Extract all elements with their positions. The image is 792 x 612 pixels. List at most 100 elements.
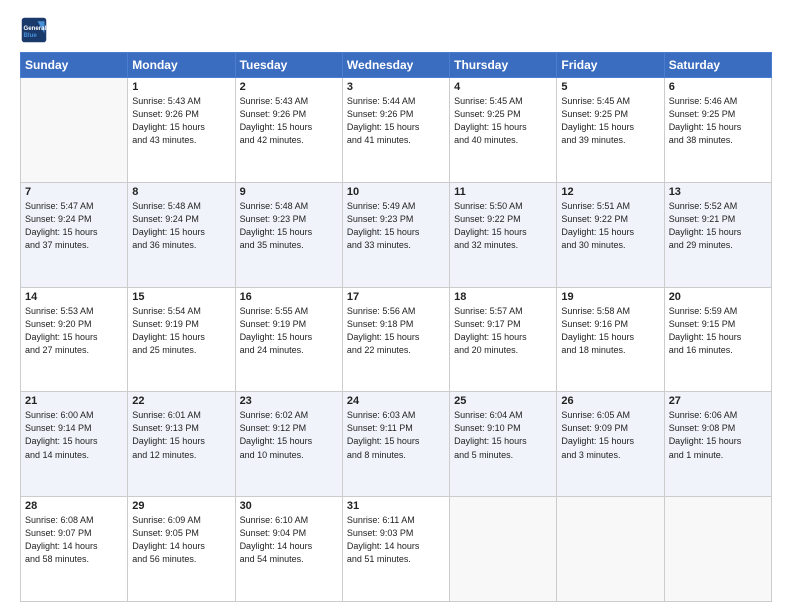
- weekday-header-wednesday: Wednesday: [342, 53, 449, 78]
- day-number: 24: [347, 395, 445, 407]
- logo: General Blue: [20, 16, 48, 44]
- day-info: Sunrise: 5:43 AM Sunset: 9:26 PM Dayligh…: [132, 95, 230, 147]
- calendar-cell: [21, 78, 128, 183]
- day-info: Sunrise: 5:51 AM Sunset: 9:22 PM Dayligh…: [561, 200, 659, 252]
- day-info: Sunrise: 5:59 AM Sunset: 9:15 PM Dayligh…: [669, 305, 767, 357]
- calendar-cell: 23Sunrise: 6:02 AM Sunset: 9:12 PM Dayli…: [235, 392, 342, 497]
- logo-icon: General Blue: [20, 16, 48, 44]
- day-number: 5: [561, 81, 659, 93]
- calendar-table: SundayMondayTuesdayWednesdayThursdayFrid…: [20, 52, 772, 602]
- calendar-cell: 1 Sunrise: 5:43 AM Sunset: 9:26 PM Daylig…: [128, 78, 235, 183]
- calendar-cell: 16 Sunrise: 5:55 AM Sunset: 9:19 PM Dayli…: [235, 287, 342, 392]
- calendar-cell: [557, 497, 664, 602]
- day-info: Sunrise: 6:01 AM Sunset: 9:13 PM Dayligh…: [132, 409, 230, 461]
- day-info: Sunrise: 5:52 AM Sunset: 9:21 PM Dayligh…: [669, 200, 767, 252]
- calendar-cell: 21Sunrise: 6:00 AM Sunset: 9:14 PM Dayli…: [21, 392, 128, 497]
- day-info: Sunrise: 6:03 AM Sunset: 9:11 PM Dayligh…: [347, 409, 445, 461]
- day-info: Sunrise: 6:05 AM Sunset: 9:09 PM Dayligh…: [561, 409, 659, 461]
- calendar-cell: 24 Sunrise: 6:03 AM Sunset: 9:11 PM Dayli…: [342, 392, 449, 497]
- svg-text:General: General: [24, 25, 47, 32]
- day-info: Sunrise: 5:48 AM Sunset: 9:23 PM Dayligh…: [240, 200, 338, 252]
- day-info: Sunrise: 6:09 AM Sunset: 9:05 PM Dayligh…: [132, 514, 230, 566]
- day-info: Sunrise: 5:46 AM Sunset: 9:25 PM Dayligh…: [669, 95, 767, 147]
- calendar-cell: 11Sunrise: 5:50 AM Sunset: 9:22 PM Dayli…: [450, 182, 557, 287]
- calendar-cell: 17 Sunrise: 5:56 AM Sunset: 9:18 PM Dayli…: [342, 287, 449, 392]
- calendar-cell: 28 Sunrise: 6:08 AM Sunset: 9:07 PM Dayli…: [21, 497, 128, 602]
- day-info: Sunrise: 5:45 AM Sunset: 9:25 PM Dayligh…: [561, 95, 659, 147]
- weekday-header-thursday: Thursday: [450, 53, 557, 78]
- day-number: 29: [132, 500, 230, 512]
- calendar-cell: 6 Sunrise: 5:46 AM Sunset: 9:25 PM Daylig…: [664, 78, 771, 183]
- day-info: Sunrise: 5:53 AM Sunset: 9:20 PM Dayligh…: [25, 305, 123, 357]
- weekday-header-sunday: Sunday: [21, 53, 128, 78]
- day-info: Sunrise: 6:00 AM Sunset: 9:14 PM Dayligh…: [25, 409, 123, 461]
- day-number: 16: [240, 291, 338, 303]
- day-number: 15: [132, 291, 230, 303]
- day-info: Sunrise: 5:49 AM Sunset: 9:23 PM Dayligh…: [347, 200, 445, 252]
- day-number: 6: [669, 81, 767, 93]
- day-number: 28: [25, 500, 123, 512]
- calendar-cell: 5 Sunrise: 5:45 AM Sunset: 9:25 PM Daylig…: [557, 78, 664, 183]
- svg-text:Blue: Blue: [24, 32, 38, 39]
- day-info: Sunrise: 6:08 AM Sunset: 9:07 PM Dayligh…: [25, 514, 123, 566]
- day-info: Sunrise: 5:54 AM Sunset: 9:19 PM Dayligh…: [132, 305, 230, 357]
- calendar-cell: 31 Sunrise: 6:11 AM Sunset: 9:03 PM Dayli…: [342, 497, 449, 602]
- day-number: 17: [347, 291, 445, 303]
- day-number: 30: [240, 500, 338, 512]
- day-info: Sunrise: 5:48 AM Sunset: 9:24 PM Dayligh…: [132, 200, 230, 252]
- calendar-cell: 19 Sunrise: 5:58 AM Sunset: 9:16 PM Dayli…: [557, 287, 664, 392]
- weekday-header-row: SundayMondayTuesdayWednesdayThursdayFrid…: [21, 53, 772, 78]
- calendar-cell: 2 Sunrise: 5:43 AM Sunset: 9:26 PM Daylig…: [235, 78, 342, 183]
- calendar-cell: 18Sunrise: 5:57 AM Sunset: 9:17 PM Dayli…: [450, 287, 557, 392]
- day-info: Sunrise: 6:10 AM Sunset: 9:04 PM Dayligh…: [240, 514, 338, 566]
- day-number: 19: [561, 291, 659, 303]
- calendar-row-5: 28 Sunrise: 6:08 AM Sunset: 9:07 PM Dayli…: [21, 497, 772, 602]
- day-info: Sunrise: 6:06 AM Sunset: 9:08 PM Dayligh…: [669, 409, 767, 461]
- day-number: 12: [561, 186, 659, 198]
- day-number: 27: [669, 395, 767, 407]
- day-info: Sunrise: 5:45 AM Sunset: 9:25 PM Dayligh…: [454, 95, 552, 147]
- day-number: 20: [669, 291, 767, 303]
- day-info: Sunrise: 5:58 AM Sunset: 9:16 PM Dayligh…: [561, 305, 659, 357]
- calendar-cell: 13 Sunrise: 5:52 AM Sunset: 9:21 PM Dayli…: [664, 182, 771, 287]
- calendar-cell: 14 Sunrise: 5:53 AM Sunset: 9:20 PM Dayli…: [21, 287, 128, 392]
- day-info: Sunrise: 6:11 AM Sunset: 9:03 PM Dayligh…: [347, 514, 445, 566]
- calendar-cell: 15 Sunrise: 5:54 AM Sunset: 9:19 PM Dayli…: [128, 287, 235, 392]
- day-number: 9: [240, 186, 338, 198]
- day-number: 23: [240, 395, 338, 407]
- weekday-header-tuesday: Tuesday: [235, 53, 342, 78]
- calendar-cell: 30 Sunrise: 6:10 AM Sunset: 9:04 PM Dayli…: [235, 497, 342, 602]
- weekday-header-saturday: Saturday: [664, 53, 771, 78]
- day-info: Sunrise: 5:44 AM Sunset: 9:26 PM Dayligh…: [347, 95, 445, 147]
- header: General Blue: [20, 16, 772, 44]
- calendar-cell: 3 Sunrise: 5:44 AM Sunset: 9:26 PM Daylig…: [342, 78, 449, 183]
- day-info: Sunrise: 5:56 AM Sunset: 9:18 PM Dayligh…: [347, 305, 445, 357]
- calendar-cell: 20 Sunrise: 5:59 AM Sunset: 9:15 PM Dayli…: [664, 287, 771, 392]
- day-info: Sunrise: 6:04 AM Sunset: 9:10 PM Dayligh…: [454, 409, 552, 461]
- day-number: 26: [561, 395, 659, 407]
- day-info: Sunrise: 5:43 AM Sunset: 9:26 PM Dayligh…: [240, 95, 338, 147]
- day-number: 1: [132, 81, 230, 93]
- calendar-cell: 22 Sunrise: 6:01 AM Sunset: 9:13 PM Dayli…: [128, 392, 235, 497]
- day-number: 14: [25, 291, 123, 303]
- day-number: 25: [454, 395, 552, 407]
- weekday-header-monday: Monday: [128, 53, 235, 78]
- calendar-row-2: 7Sunrise: 5:47 AM Sunset: 9:24 PM Daylig…: [21, 182, 772, 287]
- calendar-cell: 29 Sunrise: 6:09 AM Sunset: 9:05 PM Dayli…: [128, 497, 235, 602]
- calendar-row-3: 14 Sunrise: 5:53 AM Sunset: 9:20 PM Dayli…: [21, 287, 772, 392]
- calendar-cell: [664, 497, 771, 602]
- day-info: Sunrise: 5:55 AM Sunset: 9:19 PM Dayligh…: [240, 305, 338, 357]
- day-number: 2: [240, 81, 338, 93]
- calendar-cell: 12 Sunrise: 5:51 AM Sunset: 9:22 PM Dayli…: [557, 182, 664, 287]
- day-info: Sunrise: 5:50 AM Sunset: 9:22 PM Dayligh…: [454, 200, 552, 252]
- calendar-cell: [450, 497, 557, 602]
- day-number: 4: [454, 81, 552, 93]
- day-number: 7: [25, 186, 123, 198]
- day-number: 3: [347, 81, 445, 93]
- day-number: 31: [347, 500, 445, 512]
- weekday-header-friday: Friday: [557, 53, 664, 78]
- day-number: 22: [132, 395, 230, 407]
- day-number: 13: [669, 186, 767, 198]
- calendar-cell: 4 Sunrise: 5:45 AM Sunset: 9:25 PM Daylig…: [450, 78, 557, 183]
- day-info: Sunrise: 5:57 AM Sunset: 9:17 PM Dayligh…: [454, 305, 552, 357]
